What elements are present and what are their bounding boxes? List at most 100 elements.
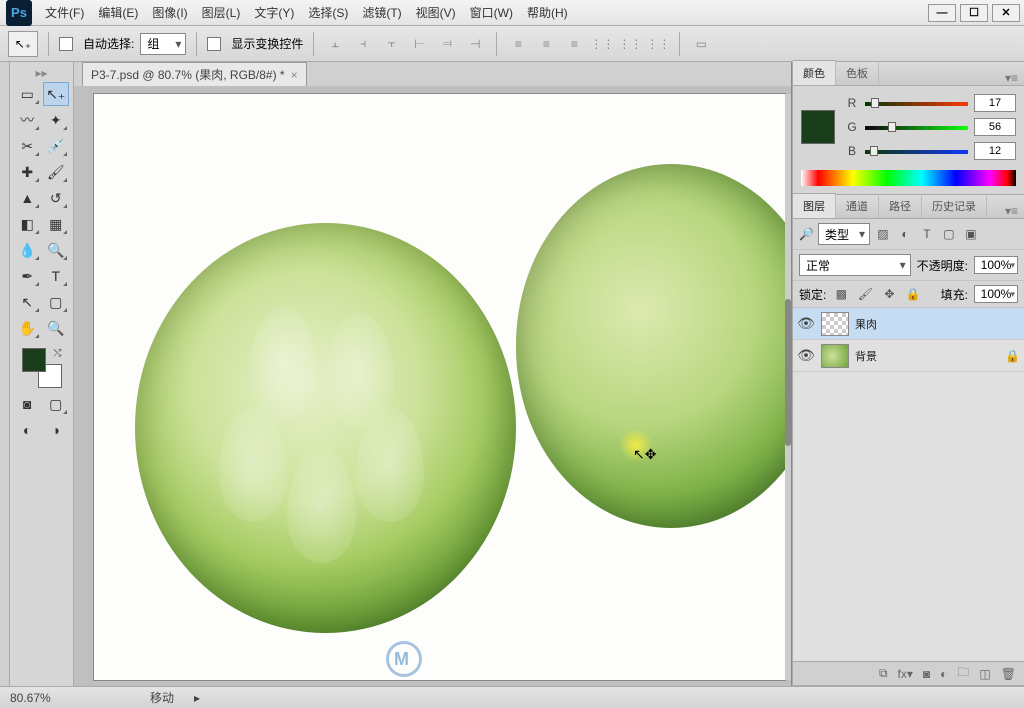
move-tool[interactable]: ↖₊ (43, 82, 70, 106)
swap-colors-icon[interactable]: ⤭ (54, 348, 62, 359)
canvas[interactable]: ↖✥ M 人人素材 (94, 94, 785, 680)
menu-layer[interactable]: 图层(L) (195, 0, 248, 26)
quickmask-tool[interactable]: ◙ (14, 392, 41, 416)
canvas-viewport[interactable]: ↖✥ M 人人素材 (74, 86, 791, 686)
tab-layers[interactable]: 图层 (793, 193, 836, 218)
pen-tool[interactable]: ✒ (14, 264, 41, 288)
align-right-icon[interactable]: ⊣ (464, 33, 486, 55)
panel-menu-icon[interactable]: ▾≡ (999, 71, 1024, 85)
distribute-left-icon[interactable]: ⋮⋮ (591, 33, 613, 55)
path-select-tool[interactable]: ↖ (14, 290, 41, 314)
panel-menu-icon[interactable]: ▾≡ (999, 204, 1024, 218)
distribute-bottom-icon[interactable]: ≡ (563, 33, 585, 55)
menu-view[interactable]: 视图(V) (409, 0, 463, 26)
menu-help[interactable]: 帮助(H) (520, 0, 575, 26)
color-preview-swatch[interactable] (801, 110, 835, 144)
scrollbar-thumb[interactable] (785, 299, 791, 446)
auto-select-checkbox[interactable] (59, 37, 73, 51)
align-bottom-icon[interactable]: ⫟ (380, 33, 402, 55)
show-transform-checkbox[interactable] (207, 37, 221, 51)
distribute-right-icon[interactable]: ⋮⋮ (647, 33, 669, 55)
filter-smart-icon[interactable]: ▣ (962, 225, 980, 243)
align-left-icon[interactable]: ⊢ (408, 33, 430, 55)
fill-input[interactable]: 100% (974, 285, 1018, 303)
vertical-scrollbar[interactable] (785, 94, 791, 680)
toolbox-grip-icon[interactable]: ▸▸ (32, 66, 52, 76)
b-slider[interactable] (865, 146, 968, 156)
menu-file[interactable]: 文件(F) (38, 0, 91, 26)
align-vcenter-icon[interactable]: ⫞ (352, 33, 374, 55)
menu-select[interactable]: 选择(S) (301, 0, 355, 26)
tab-paths[interactable]: 路径 (879, 194, 922, 218)
history-brush-tool[interactable]: ↺ (43, 186, 70, 210)
align-top-icon[interactable]: ⫠ (324, 33, 346, 55)
color-spectrum[interactable] (801, 170, 1016, 186)
distribute-top-icon[interactable]: ≡ (507, 33, 529, 55)
filter-pixel-icon[interactable]: ▨ (874, 225, 892, 243)
menu-filter[interactable]: 滤镜(T) (355, 0, 408, 26)
foreground-background-colors[interactable]: ⤭ (22, 348, 62, 388)
layer-thumbnail[interactable] (821, 344, 849, 368)
screenmode-tool[interactable]: ▢ (43, 392, 70, 416)
status-arrow-icon[interactable]: ▸ (194, 691, 200, 705)
filter-adjust-icon[interactable]: ◐ (896, 225, 914, 243)
lock-all-icon[interactable]: 🔒 (904, 285, 922, 303)
quick-select-tool[interactable]: ✦ (43, 108, 70, 132)
tab-swatches[interactable]: 色板 (836, 61, 879, 85)
hand-tool[interactable]: ✋ (14, 316, 41, 340)
edit-standard-icon[interactable]: ◐ (14, 418, 41, 442)
foreground-color-swatch[interactable] (22, 348, 46, 372)
healing-tool[interactable]: ✚ (14, 160, 41, 184)
stamp-tool[interactable]: ▲ (14, 186, 41, 210)
close-button[interactable]: ✕ (992, 4, 1020, 22)
g-slider[interactable] (865, 122, 968, 132)
layer-name[interactable]: 背景 (855, 348, 999, 364)
adjustment-layer-icon[interactable]: ◐ (940, 667, 947, 681)
g-value-input[interactable]: 56 (974, 118, 1016, 136)
lock-pixels-icon[interactable]: 🖌 (856, 285, 874, 303)
r-value-input[interactable]: 17 (974, 94, 1016, 112)
delete-layer-icon[interactable]: 🗑 (1001, 667, 1016, 681)
brush-tool[interactable]: 🖌 (43, 160, 70, 184)
b-value-input[interactable]: 12 (974, 142, 1016, 160)
zoom-tool[interactable]: 🔍 (43, 316, 70, 340)
marquee-tool[interactable]: ▭ (14, 82, 41, 106)
tab-channels[interactable]: 通道 (836, 194, 879, 218)
layer-filter-dropdown[interactable]: 类型 (818, 223, 870, 245)
minimize-button[interactable]: — (928, 4, 956, 22)
menu-edit[interactable]: 编辑(E) (91, 0, 145, 26)
eyedropper-tool[interactable]: 💉 (43, 134, 70, 158)
lasso-tool[interactable]: 〰 (14, 108, 41, 132)
auto-select-target-dropdown[interactable]: 组 (140, 33, 186, 55)
distribute-vcenter-icon[interactable]: ≡ (535, 33, 557, 55)
menu-type[interactable]: 文字(Y) (247, 0, 301, 26)
layer-style-icon[interactable]: fx▾ (898, 667, 913, 681)
tool-preset-picker[interactable]: ↖₊ (8, 31, 38, 57)
layer-mask-icon[interactable]: ◙ (923, 667, 930, 681)
zoom-level[interactable]: 80.67% (10, 691, 90, 705)
new-layer-icon[interactable]: ◫ (979, 667, 990, 681)
filter-shape-icon[interactable]: ▢ (940, 225, 958, 243)
distribute-hcenter-icon[interactable]: ⋮⋮ (619, 33, 641, 55)
blend-mode-dropdown[interactable]: 正常 (799, 254, 911, 276)
group-icon[interactable]: 🗀 (957, 663, 969, 684)
tab-color[interactable]: 颜色 (793, 60, 836, 85)
opacity-input[interactable]: 100% (974, 256, 1018, 274)
lock-transparent-icon[interactable]: ▩ (832, 285, 850, 303)
visibility-icon[interactable]: 👁 (797, 315, 815, 332)
r-slider[interactable] (865, 98, 968, 108)
edit-extra-icon[interactable]: ◑ (43, 418, 70, 442)
eraser-tool[interactable]: ◧ (14, 212, 41, 236)
type-tool[interactable]: T (43, 264, 70, 288)
document-tab[interactable]: P3-7.psd @ 80.7% (果肉, RGB/8#) * × (82, 62, 307, 86)
shape-tool[interactable]: ▢ (43, 290, 70, 314)
menu-window[interactable]: 窗口(W) (463, 0, 520, 26)
layer-item[interactable]: 👁 背景 🔒 (793, 340, 1024, 372)
align-hcenter-icon[interactable]: ⫤ (436, 33, 458, 55)
link-layers-icon[interactable]: ⧉ (879, 666, 888, 681)
crop-tool[interactable]: ✂ (14, 134, 41, 158)
visibility-icon[interactable]: 👁 (797, 347, 815, 364)
lock-position-icon[interactable]: ✥ (880, 285, 898, 303)
maximize-button[interactable]: ☐ (960, 4, 988, 22)
gradient-tool[interactable]: ▦ (43, 212, 70, 236)
